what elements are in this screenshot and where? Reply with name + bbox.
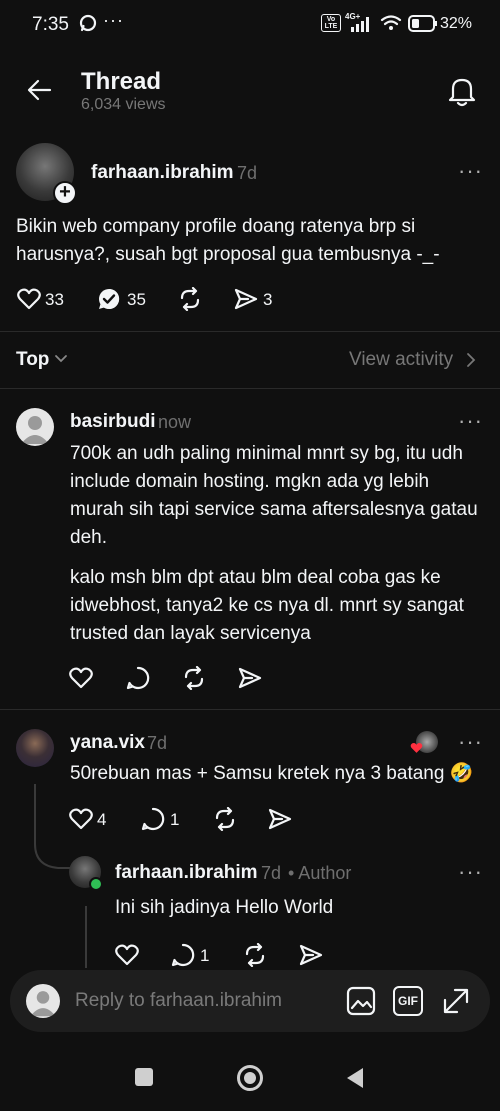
- post-time: 7d: [237, 163, 258, 183]
- repost-icon[interactable]: [213, 807, 237, 831]
- repost-icon[interactable]: [243, 943, 267, 967]
- wifi-icon: [380, 14, 402, 32]
- share-send-icon[interactable]: [299, 944, 323, 966]
- home-icon[interactable]: [236, 1064, 264, 1092]
- comment-icon[interactable]: [171, 943, 195, 967]
- signal-icon: [345, 15, 375, 33]
- share-count: 3: [263, 290, 273, 309]
- gif-button[interactable]: GIF: [393, 986, 423, 1016]
- battery-percent: 32%: [440, 15, 473, 32]
- reply-username[interactable]: basirbudi: [70, 411, 156, 433]
- back-icon[interactable]: [345, 1066, 365, 1090]
- whatsapp-icon: [79, 14, 97, 32]
- reply-text: 50rebuan mas + Samsu kretek nya 3 batang…: [70, 763, 474, 784]
- comment-icon[interactable]: [126, 666, 150, 690]
- image-attach-icon[interactable]: [346, 986, 376, 1016]
- view-activity-link[interactable]: View activity: [349, 349, 453, 371]
- reply-count: 1: [170, 810, 180, 829]
- gif-label: GIF: [398, 994, 418, 1008]
- online-status-dot: [89, 877, 103, 891]
- reply-text: 700k an udh paling minimal mnrt sy bg, i…: [70, 443, 478, 548]
- more-options-icon[interactable]: ···: [458, 408, 483, 434]
- like-heart-icon[interactable]: [115, 944, 139, 966]
- reply-composer[interactable]: Reply to farhaan.ibrahim GIF: [10, 970, 490, 1032]
- reply-text: Ini sih jadinya Hello World: [115, 897, 334, 918]
- back-arrow-icon[interactable]: [26, 78, 54, 102]
- main-post: + farhaan.ibrahim 7d ··· Bikin web compa…: [0, 140, 500, 330]
- like-count: 33: [45, 290, 64, 309]
- volte-badge: Vo LTE: [321, 14, 341, 32]
- author-tag: • Author: [288, 863, 352, 883]
- chevron-right-icon[interactable]: [466, 352, 476, 368]
- reply-time: now: [158, 412, 192, 432]
- reply-time: 7d: [261, 863, 282, 883]
- chevron-down-icon[interactable]: [54, 354, 68, 364]
- reply-username[interactable]: farhaan.ibrahim: [115, 862, 258, 884]
- reply-input[interactable]: Reply to farhaan.ibrahim: [75, 990, 282, 1012]
- reply-count: 35: [127, 290, 146, 309]
- share-send-icon[interactable]: [238, 667, 262, 689]
- expand-icon[interactable]: [441, 986, 471, 1016]
- post-text: Bikin web company profile doang ratenya …: [16, 216, 440, 265]
- more-notifications-icon: ···: [103, 10, 124, 30]
- sort-label: Top: [16, 349, 50, 370]
- reply-item: basirbudi now ··· 700k an udh paling min…: [0, 389, 500, 707]
- sort-bar: Top View activity: [0, 332, 500, 388]
- reply-username[interactable]: yana.vix: [70, 732, 145, 754]
- share-send-icon[interactable]: [234, 288, 258, 310]
- repost-icon[interactable]: [182, 666, 206, 690]
- reply-check-icon[interactable]: [97, 287, 121, 311]
- like-heart-icon[interactable]: [17, 288, 41, 310]
- status-time: 7:35: [32, 14, 69, 35]
- nested-reply-item: farhaan.ibrahim 7d • Author ··· Ini sih …: [0, 850, 500, 968]
- follow-plus-icon[interactable]: +: [53, 181, 77, 205]
- recent-apps-icon[interactable]: [134, 1067, 154, 1087]
- avatar[interactable]: [16, 729, 54, 767]
- page-title: Thread: [81, 68, 162, 95]
- sort-dropdown[interactable]: Top: [16, 349, 49, 371]
- more-options-icon[interactable]: ···: [458, 729, 483, 755]
- repost-icon[interactable]: [178, 287, 202, 311]
- comment-icon[interactable]: [141, 807, 165, 831]
- post-username[interactable]: farhaan.ibrahim: [91, 162, 234, 184]
- header: Thread 6,034 views: [0, 60, 500, 120]
- like-count: 4: [97, 810, 107, 829]
- view-count: 6,034 views: [81, 96, 166, 113]
- reply-count: 1: [200, 946, 210, 965]
- bell-icon[interactable]: [447, 75, 477, 107]
- system-nav-bar: [0, 1040, 500, 1111]
- status-bar: 7:35 ··· Vo LTE 4G+ 32%: [0, 0, 500, 48]
- more-options-icon[interactable]: ···: [458, 158, 483, 184]
- share-send-icon[interactable]: [268, 808, 292, 830]
- reply-time: 7d: [147, 733, 168, 753]
- avatar: [26, 984, 60, 1018]
- liked-heart-icon: [410, 742, 423, 754]
- avatar[interactable]: [16, 408, 54, 446]
- battery-icon: [408, 15, 438, 32]
- more-options-icon[interactable]: ···: [458, 859, 483, 885]
- reply-text: kalo msh blm dpt atau blm deal coba gas …: [70, 567, 464, 644]
- like-heart-icon[interactable]: [69, 667, 93, 689]
